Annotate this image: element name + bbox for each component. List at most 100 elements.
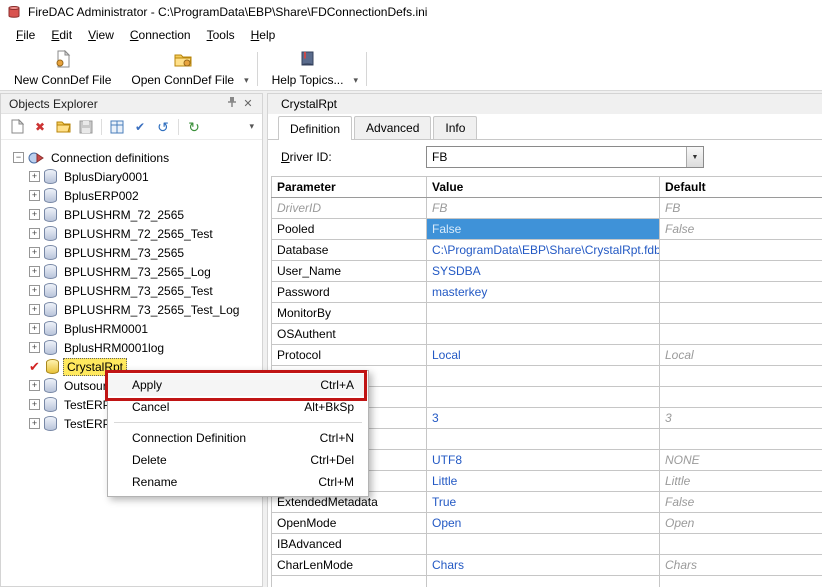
expand-icon[interactable]: + (29, 399, 40, 410)
grid-row-monitorby: MonitorBy (272, 303, 822, 324)
dropdown-arrow-icon[interactable]: ▼ (686, 147, 703, 167)
driver-id-combobox[interactable]: FB ▼ (426, 146, 704, 168)
explorer-toolbar-separator (101, 119, 102, 135)
expand-icon[interactable]: + (29, 418, 40, 429)
toolbar-group-chevron[interactable]: ▾ (244, 75, 253, 90)
connection-definitions-icon (28, 151, 44, 165)
explorer-toolbar-separator (178, 119, 179, 135)
driver-id-value: FB (427, 150, 686, 164)
objects-explorer-header: Objects Explorer ✕ (1, 94, 262, 114)
menu-file[interactable]: File (8, 25, 43, 45)
tree-item[interactable]: + BplusERP002 (1, 186, 262, 205)
driver-id-label: Driver ID: (281, 150, 332, 164)
tab-advanced[interactable]: Advanced (354, 116, 431, 139)
database-icon (44, 416, 57, 431)
open-conndef-file-button[interactable]: Open ConnDef File (121, 48, 244, 89)
menu-connection[interactable]: Connection (122, 25, 199, 45)
tree-item[interactable]: + BplusDiary0001 (1, 167, 262, 186)
title-bar: FireDAC Administrator - C:\ProgramData\E… (0, 0, 822, 23)
database-icon (44, 378, 57, 393)
expand-icon[interactable]: + (29, 228, 40, 239)
open-conndef-file-icon (174, 50, 192, 71)
check-definitions-icon[interactable]: ✔ (132, 119, 148, 135)
toolbar-overflow-chevron[interactable]: ▾ (353, 75, 362, 90)
window-title: FireDAC Administrator - C:\ProgramData\E… (28, 5, 427, 19)
shortcut-label: Ctrl+M (318, 475, 354, 489)
expand-icon[interactable]: + (29, 380, 40, 391)
tree-item[interactable]: + BPLUSHRM_73_2565_Log (1, 262, 262, 281)
expand-icon[interactable]: + (29, 266, 40, 277)
toolbar-separator (366, 52, 367, 86)
grid-row-password: Password masterkey (272, 282, 822, 303)
database-icon (44, 321, 57, 336)
tree-item[interactable]: + BPLUSHRM_72_2565 (1, 205, 262, 224)
menu-help[interactable]: Help (243, 25, 284, 45)
collapse-icon[interactable]: − (13, 152, 24, 163)
pin-icon[interactable] (224, 96, 240, 111)
grid-row-username: User_Name SYSDBA (272, 261, 822, 282)
menu-tools[interactable]: Tools (199, 25, 243, 45)
expand-icon[interactable]: + (29, 285, 40, 296)
context-menu: Apply Ctrl+A Cancel Alt+BkSp Connection … (107, 370, 369, 497)
tree-root-label: Connection definitions (48, 150, 172, 166)
open-folder-icon[interactable] (55, 119, 71, 135)
tab-info[interactable]: Info (433, 116, 477, 139)
close-icon[interactable]: ✕ (240, 97, 256, 110)
context-menu-apply[interactable]: Apply Ctrl+A (108, 374, 368, 396)
tree-item[interactable]: + BplusHRM0001log (1, 338, 262, 357)
grid-row-ibadvanced: IBAdvanced (272, 534, 822, 555)
database-icon (44, 264, 57, 279)
grid-row-database: Database C:\ProgramData\EBP\Share\Crysta… (272, 240, 822, 261)
expand-icon[interactable]: + (29, 342, 40, 353)
tree-item[interactable]: + BPLUSHRM_73_2565 (1, 243, 262, 262)
context-menu-cancel[interactable]: Cancel Alt+BkSp (108, 396, 368, 418)
expand-icon[interactable]: + (29, 323, 40, 334)
delete-icon[interactable]: ✖ (32, 119, 48, 135)
new-item-icon[interactable] (9, 119, 25, 135)
check-icon: ✔ (29, 359, 42, 375)
expand-icon[interactable]: + (29, 304, 40, 315)
shortcut-label: Ctrl+A (320, 378, 354, 392)
expand-icon[interactable]: + (29, 247, 40, 258)
refresh-icon[interactable]: ↻ (186, 119, 202, 135)
tree-root-connection-definitions[interactable]: − Connection definitions (1, 148, 262, 167)
editor-tabs: Definition Advanced Info (268, 116, 822, 140)
tree-item[interactable]: + BplusHRM0001 (1, 319, 262, 338)
expand-icon[interactable]: + (29, 209, 40, 220)
tab-definition[interactable]: Definition (278, 116, 352, 140)
help-topics-icon (299, 50, 317, 71)
context-menu-separator (114, 422, 362, 423)
main-toolbar: New ConnDef File Open ConnDef File ▾ Hel… (0, 47, 822, 91)
database-icon (44, 188, 57, 203)
expand-icon[interactable]: + (29, 171, 40, 182)
save-icon[interactable] (78, 119, 94, 135)
context-menu-connection-definition[interactable]: Connection Definition Ctrl+N (108, 427, 368, 449)
undo-icon[interactable]: ↺ (155, 119, 171, 135)
context-menu-delete[interactable]: Delete Ctrl+Del (108, 449, 368, 471)
menu-edit[interactable]: Edit (43, 25, 80, 45)
tree-item[interactable]: + BPLUSHRM_73_2565_Test_Log (1, 300, 262, 319)
context-menu-rename[interactable]: Rename Ctrl+M (108, 471, 368, 493)
database-icon (44, 340, 57, 355)
shortcut-label: Ctrl+N (320, 431, 354, 445)
expand-icon[interactable]: + (29, 190, 40, 201)
selected-cell[interactable]: False (427, 219, 660, 240)
new-conndef-file-button[interactable]: New ConnDef File (4, 48, 121, 89)
grid-row-driverid: DriverID FB FB (272, 198, 822, 219)
database-icon (44, 283, 57, 298)
grid-row-clipped (272, 576, 822, 587)
open-conndef-file-label: Open ConnDef File (131, 73, 234, 87)
objects-explorer-title: Objects Explorer (9, 97, 224, 111)
tree-item[interactable]: + BPLUSHRM_73_2565_Test (1, 281, 262, 300)
explorer-toolbar: ✖ ✔ ↺ ↻ ▾ (1, 114, 262, 140)
database-icon (44, 226, 57, 241)
menu-view[interactable]: View (80, 25, 122, 45)
new-conndef-file-label: New ConnDef File (14, 73, 111, 87)
tree-item[interactable]: + BPLUSHRM_72_2565_Test (1, 224, 262, 243)
toolbar-separator (257, 52, 258, 86)
explorer-toolbar-chevron[interactable]: ▾ (249, 121, 254, 132)
help-topics-button[interactable]: Help Topics... (262, 48, 354, 89)
view-grid-icon[interactable] (109, 119, 125, 135)
database-icon (46, 359, 59, 374)
header-parameter: Parameter (272, 177, 427, 198)
